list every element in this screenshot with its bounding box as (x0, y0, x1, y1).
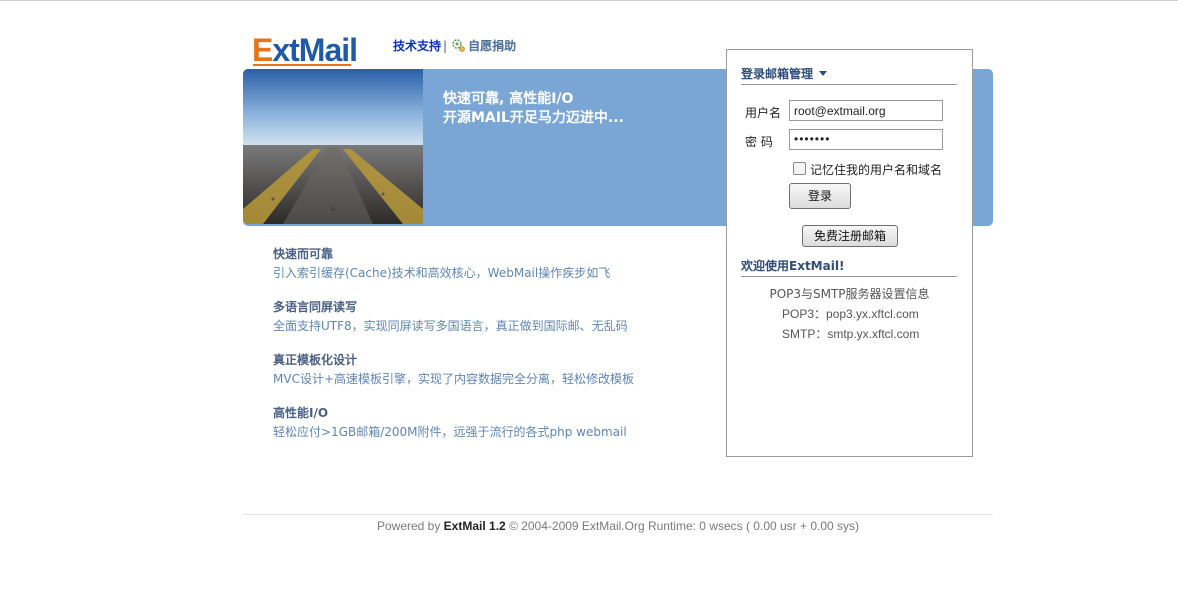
feature-title: 多语言同屏读写 (273, 300, 358, 314)
remember-label: 记忆住我的用户名和域名 (810, 163, 943, 177)
feature-desc: MVC设计+高速模板引擎，实现了内容数据完全分离，轻松修改模板 (273, 372, 634, 386)
logo-underline (253, 64, 351, 66)
feature-title: 快速而可靠 (273, 247, 334, 261)
feature-item: 真正模板化设计 MVC设计+高速模板引擎，实现了内容数据完全分离，轻松修改模板 (273, 352, 713, 388)
smtp-label: SMTP： (782, 327, 828, 341)
smtp-value: smtp.yx.xftcl.com (827, 327, 920, 341)
username-input[interactable] (789, 100, 943, 121)
password-input[interactable]: ••••••• (789, 129, 943, 150)
caret-down-icon (819, 71, 828, 76)
footer-copyright: © 2004-2009 ExtMail.Org Runtime: 0 wsecs… (505, 519, 860, 533)
extmail-logo[interactable]: ExtMail (252, 32, 358, 68)
feature-item: 高性能I/O 轻松应付>1GB邮箱/200M附件，远强于流行的各式php web… (273, 405, 713, 441)
footer-divider (243, 514, 993, 515)
welcome-heading: 欢迎使用ExtMail! (741, 259, 845, 273)
password-label: 密 码 (745, 135, 773, 149)
remember-checkbox[interactable] (793, 162, 806, 175)
top-links: 技术支持 | 自愿捐助 (393, 38, 516, 54)
login-panel: 登录邮箱管理 用户名 密 码 ••••••• 记忆住我的用户名和域名 登录 免费… (726, 49, 973, 457)
logo-letter-e: E (252, 32, 273, 68)
login-heading-label: 登录邮箱管理 (741, 67, 814, 81)
pop3-value: pop3.yx.xftcl.com (826, 307, 919, 321)
logo-text: xtMail (272, 32, 358, 68)
footer-product[interactable]: ExtMail 1.2 (444, 519, 506, 533)
feature-list: 快速而可靠 引入索引缓存(Cache)技术和高效核心，WebMail操作疾步如飞… (273, 246, 713, 458)
feature-item: 多语言同屏读写 全面支持UTF8，实现同屏读写多国语言，真正做到国际邮、无乱码 (273, 299, 713, 335)
server-info-title: POP3与SMTP服务器设置信息 (769, 287, 930, 301)
pop3-info: POP3：pop3.yx.xftcl.com (782, 305, 919, 322)
banner-line-2: 开源MAIL开足马力迈进中... (443, 110, 624, 126)
remember-me[interactable]: 记忆住我的用户名和域名 (793, 161, 942, 178)
feature-desc: 轻松应付>1GB邮箱/200M附件，远强于流行的各式php webmail (273, 425, 627, 439)
footer-powered-by: Powered by (376, 519, 444, 533)
link-separator: | (443, 39, 448, 53)
gear-coins-icon (452, 39, 465, 52)
top-border-line (0, 0, 1178, 1)
banner-road-image (243, 69, 423, 224)
register-button[interactable]: 免费注册邮箱 (802, 225, 898, 247)
feature-item: 快速而可靠 引入索引缓存(Cache)技术和高效核心，WebMail操作疾步如飞 (273, 246, 713, 282)
login-button[interactable]: 登录 (789, 183, 851, 209)
banner-line-1: 快速可靠, 高性能I/O (443, 91, 574, 107)
support-link[interactable]: 技术支持 (393, 39, 441, 53)
pop3-label: POP3： (782, 307, 827, 321)
login-heading[interactable]: 登录邮箱管理 (741, 65, 828, 82)
feature-title: 高性能I/O (273, 406, 329, 420)
username-label: 用户名 (745, 106, 782, 120)
donate-link[interactable]: 自愿捐助 (468, 39, 516, 53)
feature-desc: 全面支持UTF8，实现同屏读写多国语言，真正做到国际邮、无乱码 (273, 319, 628, 333)
footer: Powered by ExtMail 1.2 © 2004-2009 ExtMa… (243, 519, 993, 533)
banner-slogan: 快速可靠, 高性能I/O 开源MAIL开足马力迈进中... (443, 90, 624, 128)
divider (741, 276, 957, 277)
divider (741, 84, 957, 85)
feature-desc: 引入索引缓存(Cache)技术和高效核心，WebMail操作疾步如飞 (273, 266, 611, 280)
smtp-info: SMTP：smtp.yx.xftcl.com (782, 325, 919, 342)
feature-title: 真正模板化设计 (273, 353, 358, 367)
